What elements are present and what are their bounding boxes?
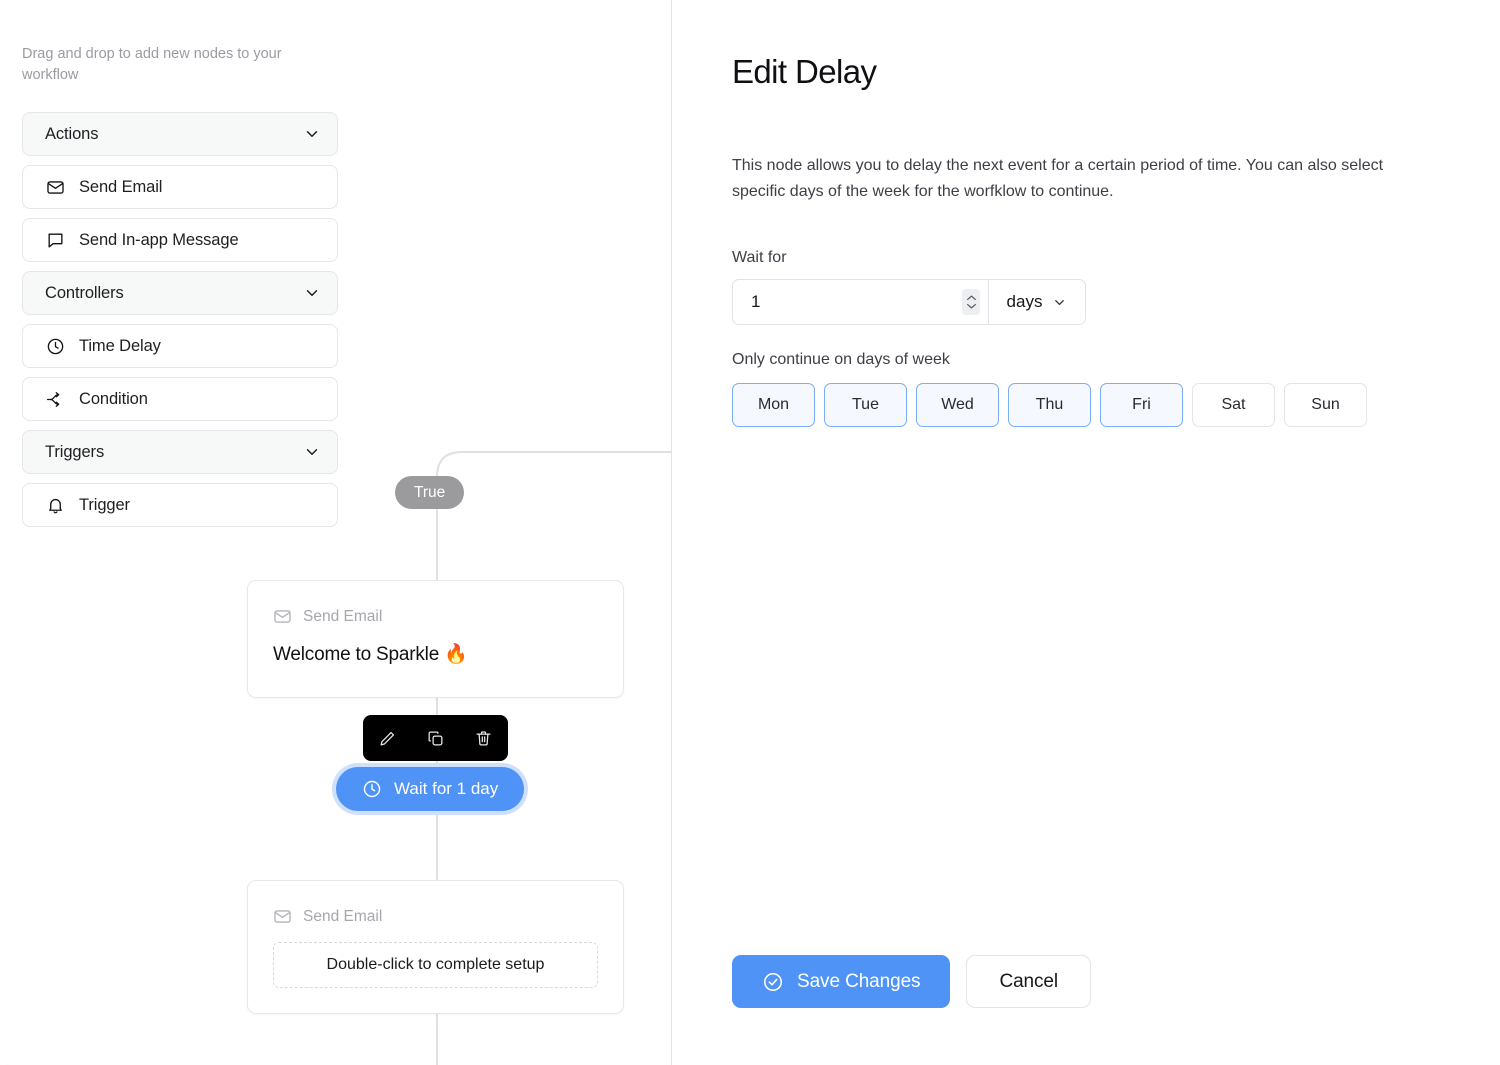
branch-icon [45, 389, 65, 409]
page-title: Edit Delay [732, 53, 877, 90]
envelope-icon [273, 607, 292, 626]
palette-group-actions[interactable]: Actions [22, 112, 338, 156]
palette-item-label: Trigger [79, 495, 130, 514]
palette-item-label: Time Delay [79, 336, 161, 355]
check-circle-icon [762, 971, 784, 993]
day-toggle-sat[interactable]: Sat [1192, 383, 1275, 427]
workflow-canvas[interactable]: True Drag and drop to add new nodes to y… [0, 0, 672, 1065]
days-of-week-label: Only continue on days of week [732, 351, 950, 368]
edit-delay-panel: Edit Delay This node allows you to delay… [672, 0, 1500, 1065]
node-palette: Drag and drop to add new nodes to your w… [0, 0, 360, 536]
palette-item-time-delay[interactable]: Time Delay [22, 324, 338, 368]
palette-group-triggers[interactable]: Triggers [22, 430, 338, 474]
envelope-icon [45, 177, 65, 197]
clock-icon [362, 779, 382, 799]
wait-for-control: days [732, 279, 1440, 325]
node-header: Send Email [273, 607, 598, 626]
day-toggle-mon[interactable]: Mon [732, 383, 815, 427]
day-toggle-wed[interactable]: Wed [916, 383, 999, 427]
palette-hint: Drag and drop to add new nodes to your w… [22, 46, 282, 83]
cancel-button[interactable]: Cancel [966, 955, 1091, 1008]
save-changes-button[interactable]: Save Changes [732, 955, 951, 1008]
palette-group-controllers[interactable]: Controllers [22, 271, 338, 315]
wait-for-label: Wait for [732, 249, 787, 266]
day-toggle-fri[interactable]: Fri [1100, 383, 1183, 427]
day-toggle-sun[interactable]: Sun [1284, 383, 1367, 427]
node-title: Welcome to Sparkle 🔥 [273, 644, 468, 665]
workflow-node-incomplete[interactable]: Send Email Double-click to complete setu… [247, 880, 624, 1014]
save-changes-label: Save Changes [797, 970, 921, 992]
chat-bubble-icon [45, 230, 65, 250]
chevron-down-icon [303, 284, 321, 302]
palette-item-label: Send In-app Message [79, 230, 239, 249]
bell-icon [45, 495, 65, 515]
edge-label-true: True [395, 476, 465, 509]
chevron-down-icon [1052, 295, 1067, 310]
node-kind-label: Send Email [303, 907, 383, 925]
palette-item-send-email[interactable]: Send Email [22, 165, 338, 209]
palette-item-label: Condition [79, 389, 148, 408]
clock-icon [45, 336, 65, 356]
chevron-down-icon [303, 125, 321, 143]
workflow-node-delay[interactable]: Wait for 1 day [336, 767, 525, 811]
node-toolbar [363, 715, 508, 761]
day-toggle-tue[interactable]: Tue [824, 383, 907, 427]
node-setup-placeholder[interactable]: Double-click to complete setup [273, 942, 598, 988]
palette-item-send-in-app-message[interactable]: Send In-app Message [22, 218, 338, 262]
panel-description: This node allows you to delay the next e… [732, 157, 1384, 200]
wait-amount-input[interactable] [733, 280, 988, 324]
trash-icon[interactable] [469, 723, 499, 753]
days-of-week-group: Mon Tue Wed Thu Fri Sat Sun [732, 383, 1440, 427]
palette-group-label: Actions [45, 124, 99, 143]
workflow-editor: True Drag and drop to add new nodes to y… [0, 0, 1500, 1065]
node-header: Send Email [273, 907, 598, 926]
node-kind-label: Send Email [303, 607, 383, 625]
edit-pencil-icon[interactable] [372, 723, 402, 753]
palette-item-trigger[interactable]: Trigger [22, 483, 338, 527]
panel-divider [671, 0, 672, 1065]
palette-group-label: Controllers [45, 283, 124, 302]
delay-node-label: Wait for 1 day [394, 779, 499, 798]
palette-item-condition[interactable]: Condition [22, 377, 338, 421]
day-toggle-thu[interactable]: Thu [1008, 383, 1091, 427]
palette-group-label: Triggers [45, 442, 105, 461]
chevron-down-icon [303, 443, 321, 461]
wait-amount-wrapper [732, 279, 988, 325]
wait-unit-value: days [1006, 292, 1043, 311]
copy-icon[interactable] [420, 723, 450, 753]
workflow-node-send-email[interactable]: Send Email Welcome to Sparkle 🔥 [247, 580, 624, 698]
palette-item-label: Send Email [79, 177, 163, 196]
wait-unit-select[interactable]: days [988, 279, 1086, 325]
envelope-icon [273, 907, 292, 926]
panel-actions: Save Changes Cancel [732, 955, 1091, 1008]
quantity-stepper[interactable] [962, 289, 980, 315]
